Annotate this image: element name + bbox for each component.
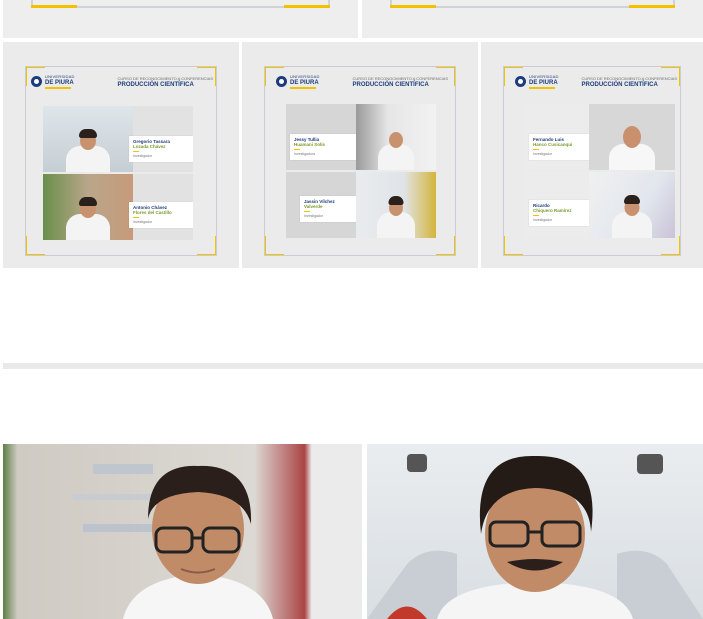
researcher-surname: Huamani Solís bbox=[294, 142, 326, 147]
frame-line bbox=[503, 255, 681, 256]
frame-line bbox=[264, 66, 456, 67]
gallery-card-top-left[interactable] bbox=[3, 0, 358, 38]
frame-line bbox=[216, 66, 217, 256]
researcher-description: Investigador bbox=[133, 220, 153, 224]
researcher-surname: Hanco Cusicanqui bbox=[533, 142, 573, 147]
frame-line bbox=[455, 66, 456, 256]
university-seal-icon bbox=[276, 76, 287, 87]
frame-corner bbox=[503, 236, 523, 256]
researcher-surname: Chiquero Ramírez bbox=[533, 208, 572, 213]
university-logo: UNIVERSIDAD DE PIURA bbox=[31, 74, 75, 89]
gallery-card-2[interactable]: UNIVERSIDAD DE PIURA CURSO DE RECONOCIMI… bbox=[242, 42, 478, 268]
card-frame bbox=[390, 0, 675, 8]
frame-line bbox=[25, 66, 26, 256]
frame-line bbox=[264, 66, 265, 256]
logo-text-big: DE PIURA bbox=[45, 80, 74, 86]
researcher-description: Investigadora bbox=[294, 152, 316, 156]
gallery-card-top-right[interactable] bbox=[362, 0, 703, 38]
logo-text-big: DE PIURA bbox=[529, 80, 558, 86]
frame-line bbox=[264, 255, 456, 256]
section-divider bbox=[3, 363, 703, 369]
researcher-photo bbox=[43, 174, 133, 240]
researcher-panel: Jassin Vílchez Valverde Investigador bbox=[286, 172, 436, 238]
card-title: CURSO DE RECONOCIMIENTO A CONFERENCIAS P… bbox=[582, 76, 678, 88]
gallery-photo-right[interactable] bbox=[367, 444, 703, 619]
researcher-label: Gregorio Tassara Lozada Chávez Investiga… bbox=[129, 136, 193, 162]
frame-line bbox=[25, 255, 217, 256]
researcher-surname: Flores del Castillo bbox=[133, 210, 172, 215]
university-logo: UNIVERSIDAD DE PIURA bbox=[515, 74, 559, 89]
researcher-surname: Valverde bbox=[304, 204, 323, 209]
researcher-photo bbox=[589, 104, 675, 170]
researcher-label: Jessy Tullia Huamani Solís Investigadora bbox=[290, 134, 356, 160]
researcher-panel: Fernando Luis Hanco Cusicanqui Investiga… bbox=[525, 104, 675, 170]
researcher-photo bbox=[43, 106, 133, 172]
logo-text-big: DE PIURA bbox=[290, 80, 319, 86]
frame-corner bbox=[661, 236, 681, 256]
researcher-photo bbox=[589, 172, 675, 238]
researcher-photo bbox=[356, 172, 436, 238]
university-seal-icon bbox=[31, 76, 42, 87]
researcher-description: Investigador bbox=[133, 154, 153, 158]
frame-line bbox=[503, 66, 681, 67]
portrait-illustration bbox=[367, 454, 703, 619]
researcher-surname: Lozada Chávez bbox=[133, 144, 166, 149]
researcher-label: Jassin Vílchez Valverde Investigador bbox=[300, 196, 358, 222]
researcher-label: Antonio Chávez Flores del Castillo Inves… bbox=[129, 202, 193, 228]
researcher-description: Investigador bbox=[533, 218, 553, 222]
researcher-panel: Ricardo Chiquero Ramírez Investigador bbox=[525, 172, 675, 238]
researcher-description: Investigador bbox=[304, 214, 324, 218]
gallery-card-1[interactable]: UNIVERSIDAD DE PIURA CURSO DE RECONOCIMI… bbox=[3, 42, 239, 268]
researcher-panel: Antonio Chávez Flores del Castillo Inves… bbox=[43, 174, 193, 240]
researcher-photo bbox=[356, 104, 436, 170]
frame-corner bbox=[197, 236, 217, 256]
researcher-panel: Jessy Tullia Huamani Solís Investigadora bbox=[286, 104, 436, 170]
portrait-illustration bbox=[73, 464, 273, 619]
gallery-card-3[interactable]: UNIVERSIDAD DE PIURA CURSO DE RECONOCIMI… bbox=[481, 42, 703, 268]
frame-corner bbox=[436, 236, 456, 256]
card-title-big: PRODUCCIÓN CIENTÍFICA bbox=[581, 82, 658, 88]
researcher-panel: Gregorio Tassara Lozada Chávez Investiga… bbox=[43, 106, 193, 172]
card-title-big: PRODUCCIÓN CIENTÍFICA bbox=[117, 82, 194, 88]
researcher-description: Investigador bbox=[533, 152, 553, 156]
frame-line bbox=[503, 66, 504, 256]
researcher-label: Fernando Luis Hanco Cusicanqui Investiga… bbox=[529, 134, 595, 160]
gallery-photo-left[interactable] bbox=[3, 444, 362, 619]
researcher-label: Ricardo Chiquero Ramírez Investigador bbox=[529, 200, 591, 226]
card-title: CURSO DE RECONOCIMIENTO A CONFERENCIAS P… bbox=[118, 76, 214, 88]
university-seal-icon bbox=[515, 76, 526, 87]
frame-corner bbox=[264, 236, 284, 256]
card-title: CURSO DE RECONOCIMIENTO A CONFERENCIAS P… bbox=[353, 76, 449, 88]
frame-line bbox=[680, 66, 681, 256]
university-logo: UNIVERSIDAD DE PIURA bbox=[276, 74, 320, 89]
card-frame bbox=[31, 0, 330, 8]
card-title-big: PRODUCCIÓN CIENTÍFICA bbox=[352, 82, 429, 88]
frame-line bbox=[25, 66, 217, 67]
frame-corner bbox=[25, 236, 45, 256]
